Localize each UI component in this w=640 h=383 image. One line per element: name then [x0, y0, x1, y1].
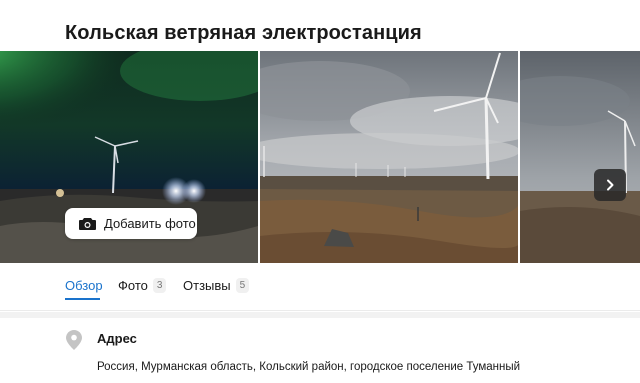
add-photo-button[interactable]: Добавить фото — [65, 208, 197, 239]
photo-tundra-image — [260, 51, 518, 263]
active-tab-indicator — [65, 298, 100, 300]
chevron-right-icon — [607, 179, 614, 191]
camera-icon — [79, 218, 96, 230]
location-pin-icon — [66, 330, 82, 350]
page-title: Кольская ветряная электростанция — [65, 22, 422, 44]
tab-bar: Обзор Фото 3 Отзывы 5 — [0, 263, 640, 311]
add-photo-label: Добавить фото — [104, 216, 196, 231]
tab-photos[interactable]: Фото 3 — [118, 278, 167, 293]
tab-reviews-label: Отзывы — [183, 278, 231, 293]
address-text: Россия, Мурманская область, Кольский рай… — [97, 361, 521, 373]
section-divider — [0, 312, 640, 318]
photo-tundra-partial[interactable] — [520, 51, 640, 263]
tab-reviews-count: 5 — [235, 278, 250, 293]
photo-tundra-turbine[interactable] — [260, 51, 518, 263]
tab-reviews[interactable]: Отзывы 5 — [183, 278, 250, 293]
tab-photos-label: Фото — [118, 278, 148, 293]
photo-gallery[interactable]: Добавить фото — [0, 51, 640, 263]
gallery-next-button[interactable] — [594, 169, 626, 201]
photo-partial-image — [520, 51, 640, 263]
tab-overview[interactable]: Обзор — [65, 278, 103, 293]
tab-photos-count: 3 — [152, 278, 167, 293]
address-title: Адрес — [97, 331, 137, 346]
tab-overview-label: Обзор — [65, 278, 103, 293]
